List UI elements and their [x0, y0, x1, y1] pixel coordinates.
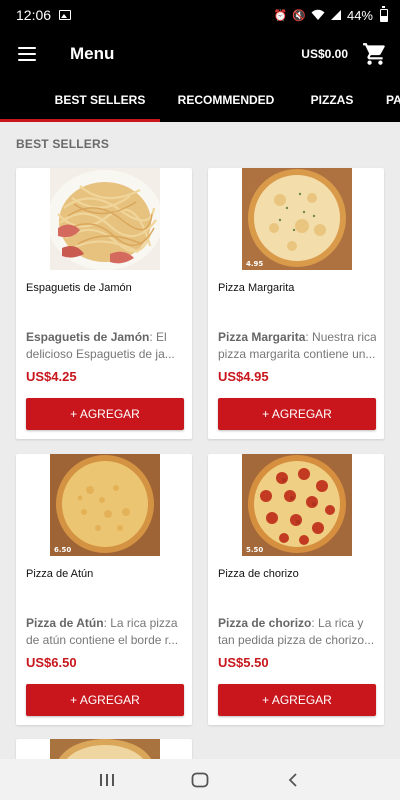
- product-image: 4.95: [242, 168, 352, 270]
- tab-best-sellers[interactable]: BEST SELLERS: [40, 78, 160, 122]
- product-card[interactable]: 5.50 Pizza de chorizo Pizza de chorizo: …: [208, 454, 384, 725]
- product-name: Pizza Margarita: [218, 282, 295, 294]
- tab-recommended[interactable]: RECOMMENDED: [160, 78, 292, 122]
- section-title: BEST SELLERS: [16, 137, 110, 151]
- product-description: Pizza de chorizo: La rica y tan pedida p…: [218, 616, 375, 647]
- wifi-icon: [311, 9, 325, 20]
- image-price-label: 5.50: [246, 546, 263, 554]
- product-price: US$4.25: [26, 369, 77, 384]
- tab-partial[interactable]: PA: [372, 78, 400, 122]
- gallery-icon: [59, 10, 72, 20]
- product-description: Pizza de Atún: La rica pizza de atún con…: [26, 616, 179, 647]
- product-description: Pizza Margarita: Nuestra rica pizza marg…: [218, 330, 376, 361]
- product-image: 6.50: [50, 454, 160, 556]
- status-time: 12:06: [16, 7, 52, 23]
- category-tabs: BEST SELLERS RECOMMENDED PIZZAS PA: [0, 78, 400, 122]
- add-to-cart-button[interactable]: + AGREGAR: [26, 684, 184, 716]
- product-card[interactable]: [16, 739, 192, 759]
- system-nav-bar: [0, 759, 400, 800]
- recents-icon[interactable]: [87, 765, 127, 795]
- product-list[interactable]: BEST SELLERS Espaguetis de Jamón Espague…: [0, 122, 400, 759]
- product-image: [50, 739, 160, 759]
- status-bar: 12:06 ⏰ 🔇 44%: [0, 0, 400, 30]
- home-icon[interactable]: [180, 765, 220, 795]
- battery-icon: [380, 5, 388, 22]
- app-bar: Menu US$0.00: [0, 30, 400, 78]
- status-icons: ⏰ 🔇 44%: [273, 5, 388, 23]
- page-title: Menu: [70, 44, 115, 63]
- alarm-icon: ⏰: [273, 9, 288, 22]
- add-to-cart-button[interactable]: + AGREGAR: [218, 398, 376, 430]
- product-image: 5.50: [242, 454, 352, 556]
- product-image: [50, 168, 160, 270]
- product-name: Pizza de chorizo: [218, 568, 299, 580]
- add-to-cart-button[interactable]: + AGREGAR: [218, 684, 376, 716]
- product-card[interactable]: Espaguetis de Jamón Espaguetis de Jamón:…: [16, 168, 192, 439]
- product-price: US$6.50: [26, 655, 77, 670]
- product-description: Espaguetis de Jamón: El delicioso Espagu…: [26, 330, 175, 361]
- image-price-label: 6.50: [54, 546, 71, 554]
- add-to-cart-button[interactable]: + AGREGAR: [26, 398, 184, 430]
- product-price: US$4.95: [218, 369, 269, 384]
- signal-icon: [330, 10, 341, 20]
- product-price: US$5.50: [218, 655, 269, 670]
- cart-icon[interactable]: [362, 41, 388, 67]
- product-card[interactable]: 4.95 Pizza Margarita Pizza Margarita: Nu…: [208, 168, 384, 439]
- product-name: Pizza de Atún: [26, 568, 94, 580]
- image-price-label: 4.95: [246, 260, 263, 268]
- cart-total: US$0.00: [301, 47, 348, 61]
- mute-icon: 🔇: [292, 9, 306, 22]
- tab-pizzas[interactable]: PIZZAS: [292, 78, 372, 122]
- menu-icon[interactable]: [18, 47, 36, 61]
- product-name: Espaguetis de Jamón: [26, 282, 132, 294]
- product-card[interactable]: 6.50 Pizza de Atún Pizza de Atún: La ric…: [16, 454, 192, 725]
- battery-percent: 44%: [346, 7, 373, 23]
- back-icon[interactable]: [273, 765, 313, 795]
